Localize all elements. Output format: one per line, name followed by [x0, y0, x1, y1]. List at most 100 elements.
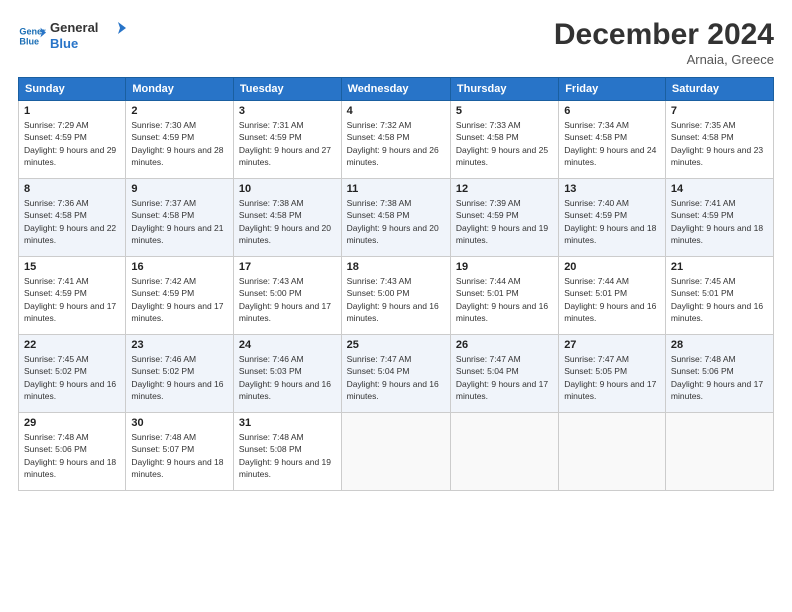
svg-text:Blue: Blue: [50, 36, 78, 51]
table-row: 3 Sunrise: 7:31 AMSunset: 4:59 PMDaylight…: [233, 101, 341, 179]
day-info: Sunrise: 7:43 AMSunset: 5:00 PMDaylight:…: [347, 276, 439, 323]
day-number: 18: [347, 261, 445, 273]
table-row: 24 Sunrise: 7:46 AMSunset: 5:03 PMDayligh…: [233, 335, 341, 413]
table-row: 5Sunrise: 7:33 AMSunset: 4:58 PMDaylight…: [450, 101, 558, 179]
table-row: 25Sunrise: 7:47 AMSunset: 5:04 PMDayligh…: [341, 335, 450, 413]
day-info: Sunrise: 7:30 AMSunset: 4:59 PMDaylight:…: [131, 120, 223, 167]
table-row: 22 Sunrise: 7:45 AMSunset: 5:02 PMDayligh…: [19, 335, 126, 413]
table-row: 8 Sunrise: 7:36 AMSunset: 4:58 PMDaylight…: [19, 179, 126, 257]
day-info: Sunrise: 7:32 AMSunset: 4:58 PMDaylight:…: [347, 120, 439, 167]
week-row-4: 22 Sunrise: 7:45 AMSunset: 5:02 PMDayligh…: [19, 335, 774, 413]
day-number: 14: [671, 183, 768, 195]
day-info: Sunrise: 7:47 AMSunset: 5:04 PMDaylight:…: [456, 354, 548, 401]
month-title: December 2024: [554, 18, 774, 52]
table-row: 27 Sunrise: 7:47 AMSunset: 5:05 PMDayligh…: [559, 335, 666, 413]
day-number: 6: [564, 105, 660, 117]
day-info: Sunrise: 7:44 AMSunset: 5:01 PMDaylight:…: [564, 276, 656, 323]
header-friday: Friday: [559, 78, 666, 101]
table-row: 2 Sunrise: 7:30 AMSunset: 4:59 PMDaylight…: [126, 101, 234, 179]
day-number: 7: [671, 105, 768, 117]
logo: General Blue General Blue: [18, 18, 130, 54]
table-row: 26 Sunrise: 7:47 AMSunset: 5:04 PMDayligh…: [450, 335, 558, 413]
day-info: Sunrise: 7:48 AMSunset: 5:08 PMDaylight:…: [239, 432, 331, 479]
day-number: 9: [131, 183, 228, 195]
calendar-header-row: Sunday Monday Tuesday Wednesday Thursday…: [19, 78, 774, 101]
day-number: 19: [456, 261, 553, 273]
table-row: [450, 413, 558, 491]
day-info: Sunrise: 7:33 AMSunset: 4:58 PMDaylight:…: [456, 120, 548, 167]
table-row: 6 Sunrise: 7:34 AMSunset: 4:58 PMDaylight…: [559, 101, 666, 179]
day-info: Sunrise: 7:46 AMSunset: 5:03 PMDaylight:…: [239, 354, 331, 401]
table-row: 4 Sunrise: 7:32 AMSunset: 4:58 PMDaylight…: [341, 101, 450, 179]
table-row: 14 Sunrise: 7:41 AMSunset: 4:59 PMDayligh…: [665, 179, 773, 257]
day-info: Sunrise: 7:39 AMSunset: 4:59 PMDaylight:…: [456, 198, 548, 245]
calendar-table: Sunday Monday Tuesday Wednesday Thursday…: [18, 77, 774, 491]
day-info: Sunrise: 7:43 AMSunset: 5:00 PMDaylight:…: [239, 276, 331, 323]
day-info: Sunrise: 7:31 AMSunset: 4:59 PMDaylight:…: [239, 120, 331, 167]
header-thursday: Thursday: [450, 78, 558, 101]
day-number: 29: [24, 417, 120, 429]
title-section: December 2024 Arnaia, Greece: [554, 18, 774, 67]
day-number: 30: [131, 417, 228, 429]
table-row: 21Sunrise: 7:45 AMSunset: 5:01 PMDayligh…: [665, 257, 773, 335]
table-row: 30 Sunrise: 7:48 AMSunset: 5:07 PMDayligh…: [126, 413, 234, 491]
svg-text:Blue: Blue: [19, 36, 39, 46]
day-info: Sunrise: 7:48 AMSunset: 5:07 PMDaylight:…: [131, 432, 223, 479]
day-number: 11: [347, 183, 445, 195]
day-number: 8: [24, 183, 120, 195]
day-info: Sunrise: 7:34 AMSunset: 4:58 PMDaylight:…: [564, 120, 656, 167]
table-row: 17 Sunrise: 7:43 AMSunset: 5:00 PMDayligh…: [233, 257, 341, 335]
day-info: Sunrise: 7:40 AMSunset: 4:59 PMDaylight:…: [564, 198, 656, 245]
week-row-1: 1 Sunrise: 7:29 AMSunset: 4:59 PMDaylight…: [19, 101, 774, 179]
table-row: 11 Sunrise: 7:38 AMSunset: 4:58 PMDayligh…: [341, 179, 450, 257]
day-number: 27: [564, 339, 660, 351]
header-monday: Monday: [126, 78, 234, 101]
day-info: Sunrise: 7:41 AMSunset: 4:59 PMDaylight:…: [671, 198, 763, 245]
day-number: 26: [456, 339, 553, 351]
day-info: Sunrise: 7:37 AMSunset: 4:58 PMDaylight:…: [131, 198, 223, 245]
day-number: 31: [239, 417, 336, 429]
day-info: Sunrise: 7:48 AMSunset: 5:06 PMDaylight:…: [24, 432, 116, 479]
day-info: Sunrise: 7:36 AMSunset: 4:58 PMDaylight:…: [24, 198, 116, 245]
location: Arnaia, Greece: [554, 52, 774, 67]
table-row: 18 Sunrise: 7:43 AMSunset: 5:00 PMDayligh…: [341, 257, 450, 335]
day-number: 4: [347, 105, 445, 117]
day-number: 22: [24, 339, 120, 351]
day-info: Sunrise: 7:48 AMSunset: 5:06 PMDaylight:…: [671, 354, 763, 401]
day-info: Sunrise: 7:35 AMSunset: 4:58 PMDaylight:…: [671, 120, 763, 167]
day-info: Sunrise: 7:38 AMSunset: 4:58 PMDaylight:…: [347, 198, 439, 245]
day-info: Sunrise: 7:47 AMSunset: 5:04 PMDaylight:…: [347, 354, 439, 401]
day-info: Sunrise: 7:29 AMSunset: 4:59 PMDaylight:…: [24, 120, 116, 167]
header-saturday: Saturday: [665, 78, 773, 101]
week-row-5: 29 Sunrise: 7:48 AMSunset: 5:06 PMDayligh…: [19, 413, 774, 491]
table-row: 12 Sunrise: 7:39 AMSunset: 4:59 PMDayligh…: [450, 179, 558, 257]
header-tuesday: Tuesday: [233, 78, 341, 101]
day-number: 23: [131, 339, 228, 351]
day-number: 12: [456, 183, 553, 195]
table-row: 9 Sunrise: 7:37 AMSunset: 4:58 PMDaylight…: [126, 179, 234, 257]
day-number: 3: [239, 105, 336, 117]
table-row: 29 Sunrise: 7:48 AMSunset: 5:06 PMDayligh…: [19, 413, 126, 491]
day-number: 28: [671, 339, 768, 351]
table-row: [559, 413, 666, 491]
day-number: 24: [239, 339, 336, 351]
day-number: 2: [131, 105, 228, 117]
day-number: 13: [564, 183, 660, 195]
day-info: Sunrise: 7:38 AMSunset: 4:58 PMDaylight:…: [239, 198, 331, 245]
day-info: Sunrise: 7:45 AMSunset: 5:02 PMDaylight:…: [24, 354, 116, 401]
table-row: 16Sunrise: 7:42 AMSunset: 4:59 PMDayligh…: [126, 257, 234, 335]
day-number: 10: [239, 183, 336, 195]
day-info: Sunrise: 7:46 AMSunset: 5:02 PMDaylight:…: [131, 354, 223, 401]
day-number: 17: [239, 261, 336, 273]
table-row: 28 Sunrise: 7:48 AMSunset: 5:06 PMDayligh…: [665, 335, 773, 413]
day-info: Sunrise: 7:44 AMSunset: 5:01 PMDaylight:…: [456, 276, 548, 323]
day-number: 1: [24, 105, 120, 117]
table-row: 23 Sunrise: 7:46 AMSunset: 5:02 PMDayligh…: [126, 335, 234, 413]
day-info: Sunrise: 7:47 AMSunset: 5:05 PMDaylight:…: [564, 354, 656, 401]
day-info: Sunrise: 7:42 AMSunset: 4:59 PMDaylight:…: [131, 276, 223, 323]
table-row: 10 Sunrise: 7:38 AMSunset: 4:58 PMDayligh…: [233, 179, 341, 257]
svg-text:General: General: [50, 20, 98, 35]
day-number: 21: [671, 261, 768, 273]
day-number: 20: [564, 261, 660, 273]
week-row-2: 8 Sunrise: 7:36 AMSunset: 4:58 PMDaylight…: [19, 179, 774, 257]
